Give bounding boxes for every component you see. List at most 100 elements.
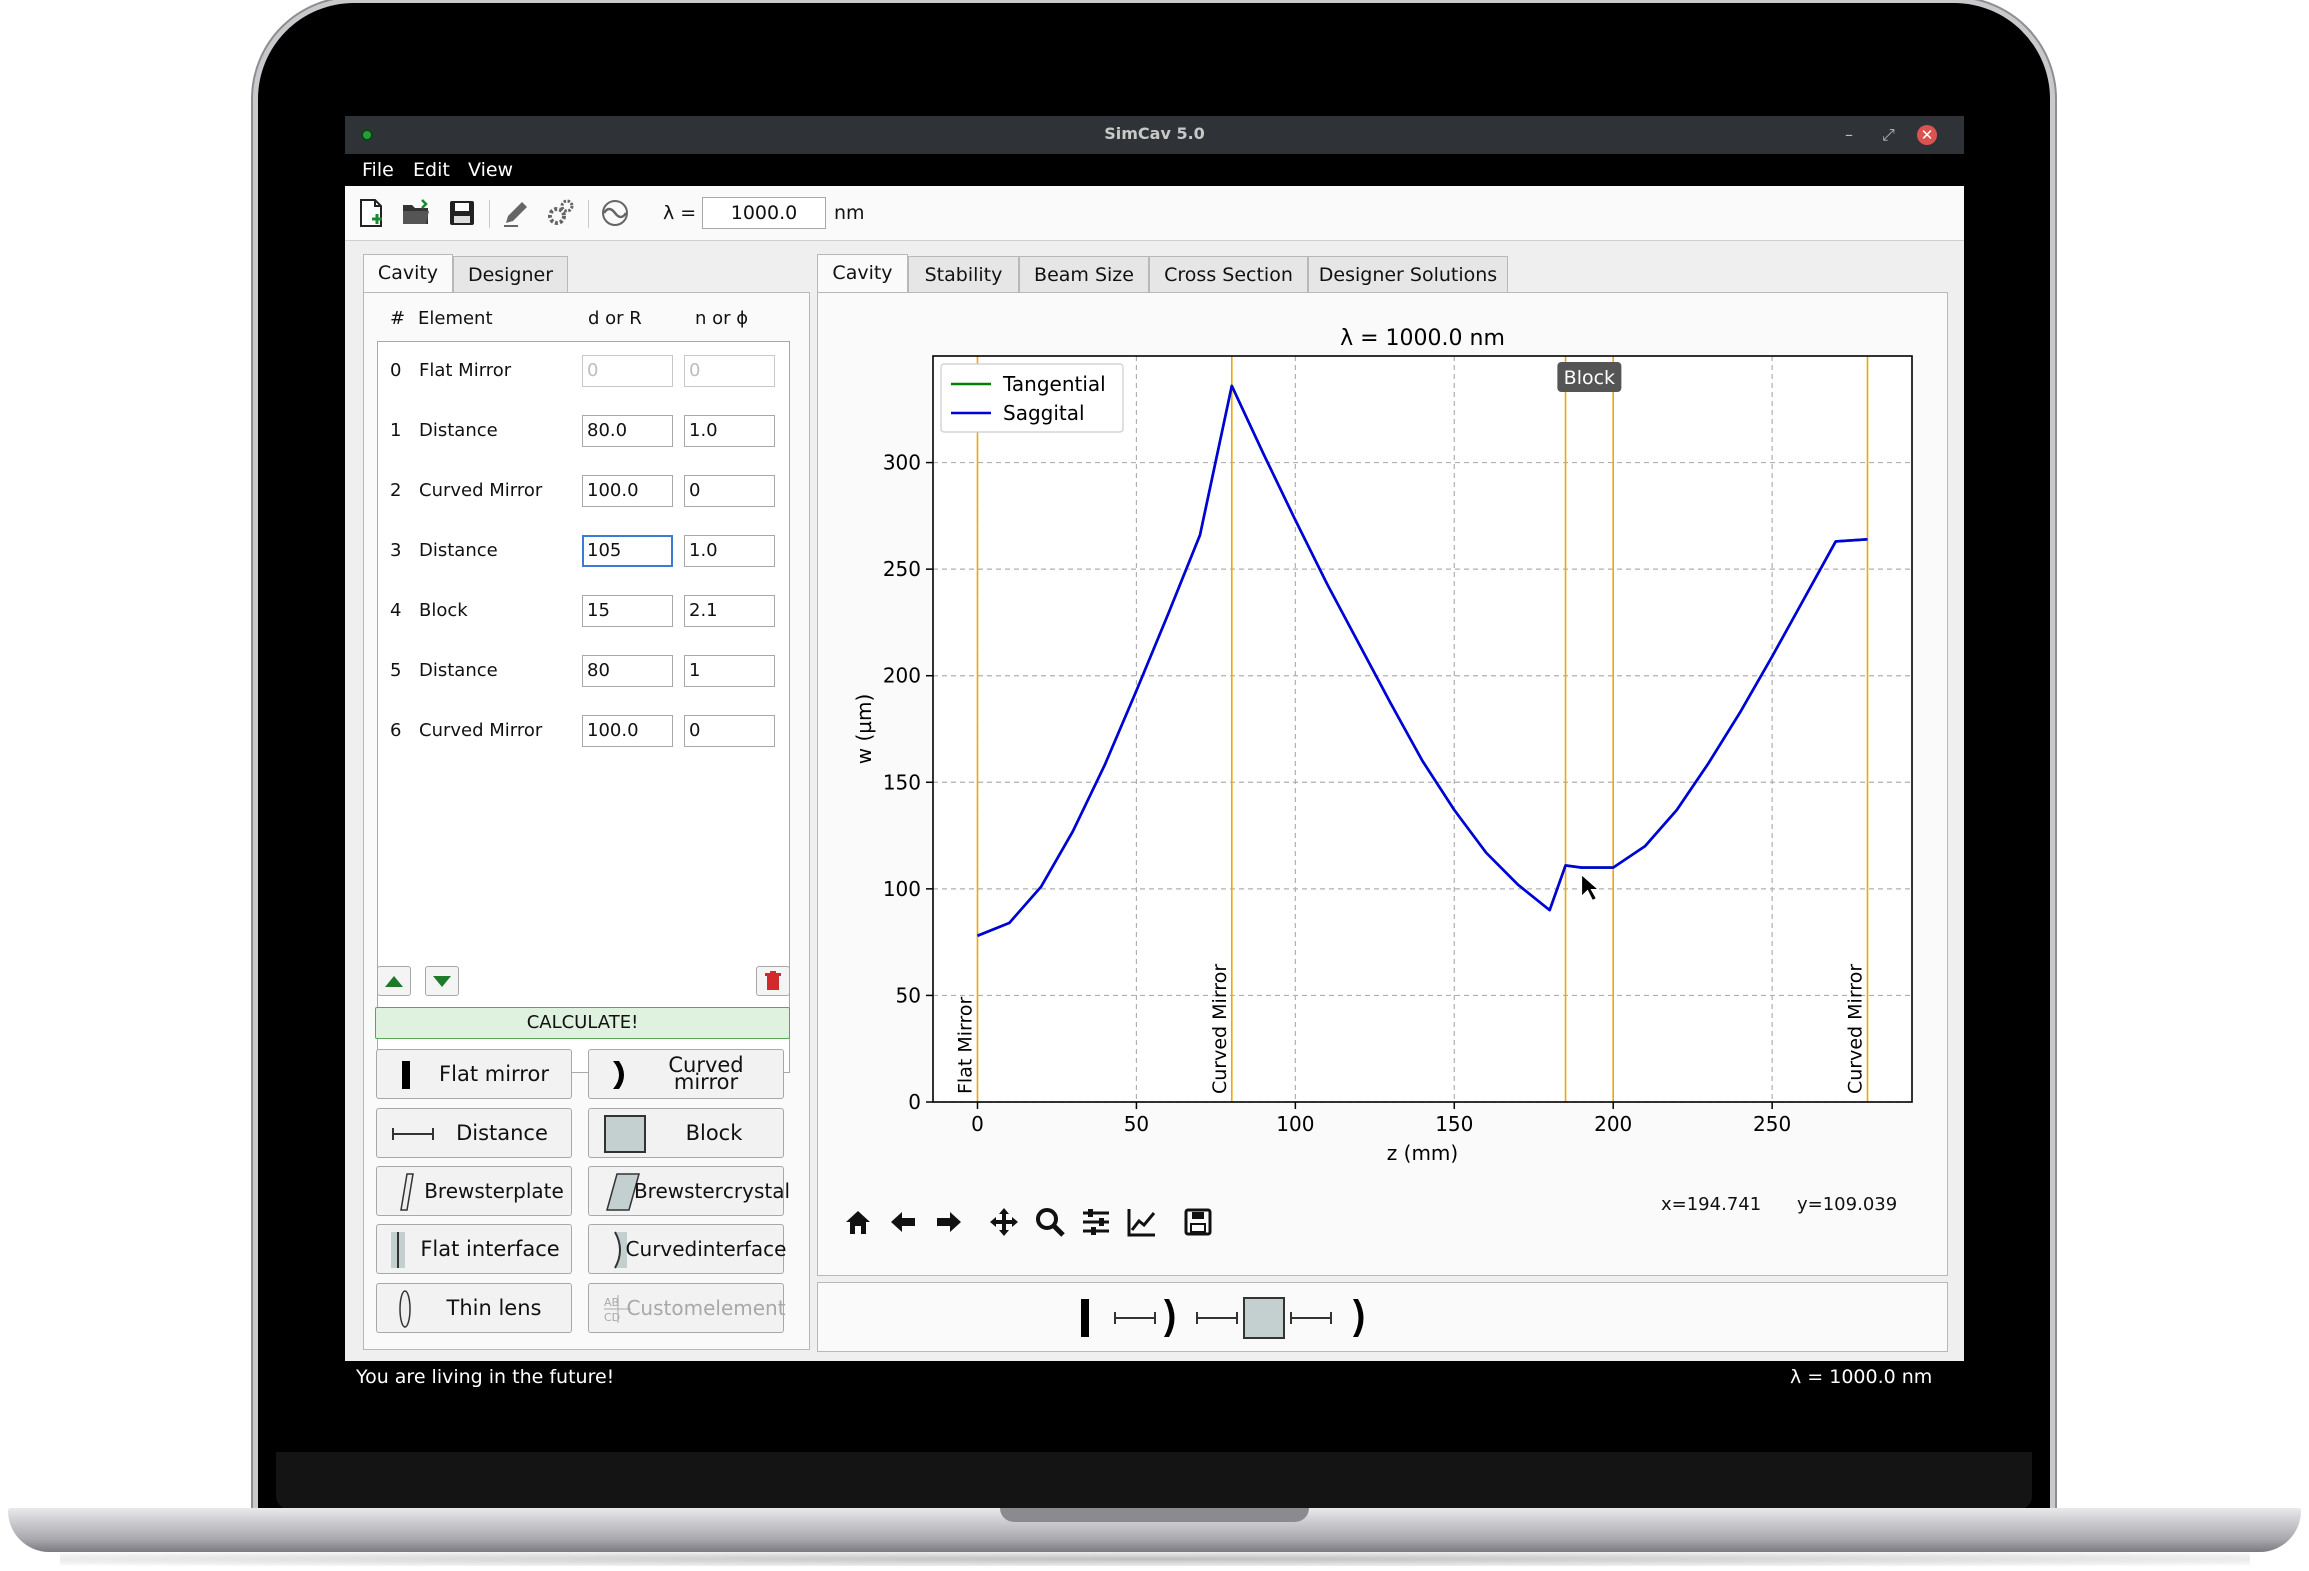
add-flat-mirror-button[interactable]: Flat mirror: [376, 1049, 572, 1099]
x-tick-label: 200: [1594, 1112, 1632, 1136]
header-element: Element: [418, 308, 493, 329]
maximize-icon[interactable]: ⤢: [1882, 126, 1895, 144]
wavelength-icon[interactable]: [599, 197, 631, 229]
lambda-unit: nm: [834, 202, 865, 224]
y-tick-label: 50: [896, 983, 921, 1007]
add-custom-element-button[interactable]: AB CD Custom element: [588, 1283, 786, 1333]
row-index: 5: [390, 660, 402, 681]
open-folder-icon[interactable]: [400, 197, 432, 229]
toolbar-separator: [489, 200, 490, 228]
configure-subplots-icon[interactable]: [1080, 1206, 1112, 1238]
n-or-phi-input[interactable]: 1.0: [684, 415, 775, 447]
add-curved-interface-button[interactable]: Curved interface: [588, 1224, 786, 1274]
beam-size-chart[interactable]: 0 50 100 150 200 250 0 50 100 150 200 250 300 Flat Mi…: [817, 292, 1948, 1192]
y-tick-label: 300: [883, 451, 921, 475]
button-label: Thin lens: [446, 1295, 542, 1320]
menu-view[interactable]: View: [468, 159, 513, 181]
settings-gears-icon[interactable]: [545, 197, 577, 229]
close-icon[interactable]: ✕: [1917, 125, 1937, 145]
save-figure-icon[interactable]: [1182, 1206, 1214, 1238]
row-element: Distance: [419, 540, 498, 561]
n-or-phi-input[interactable]: 1.0: [684, 535, 775, 567]
x-axis-label: z (mm): [1387, 1141, 1458, 1165]
button-label: Block: [685, 1120, 743, 1145]
y-tick-label: 150: [883, 770, 921, 794]
status-wavelength: λ = 1000.0 nm: [1790, 1366, 1933, 1388]
header-n-or-phi: n or ϕ: [695, 308, 749, 329]
button-label: Brewster crystal: [633, 1178, 791, 1203]
move-up-button[interactable]: [377, 966, 411, 996]
button-label: Flat interface: [420, 1236, 560, 1261]
trash-icon: [765, 971, 781, 990]
row-element: Curved Mirror: [419, 720, 543, 741]
status-bar: You are living in the future! λ = 1000.0…: [345, 1361, 1964, 1394]
cavity-schematic-drawing: [1081, 1297, 1364, 1339]
add-brewster-plate-button[interactable]: Brewster plate: [376, 1166, 572, 1216]
save-icon[interactable]: [446, 197, 478, 229]
row-index: 2: [390, 480, 402, 501]
edit-pencil-icon[interactable]: [500, 197, 532, 229]
row-element: Distance: [419, 420, 498, 441]
d-or-r-input[interactable]: 0: [582, 355, 673, 387]
tab-left-cavity[interactable]: Cavity: [363, 254, 453, 293]
button-label: Distance: [456, 1120, 548, 1145]
add-flat-interface-button[interactable]: Flat interface: [376, 1224, 572, 1274]
distance-icon: [392, 1128, 434, 1140]
element-marker-label: Curved Mirror: [1209, 964, 1231, 1094]
d-or-r-input[interactable]: 15: [582, 595, 673, 627]
y-axis-label: w (µm): [852, 694, 876, 765]
tab-designer-solutions[interactable]: Designer Solutions: [1308, 256, 1508, 292]
home-icon[interactable]: [842, 1206, 874, 1238]
x-tick-label: 250: [1753, 1112, 1791, 1136]
forward-arrow-icon[interactable]: [933, 1206, 965, 1238]
d-or-r-input[interactable]: 80: [582, 655, 673, 687]
tab-beam-size[interactable]: Beam Size: [1019, 256, 1149, 292]
n-or-phi-input[interactable]: 2.1: [684, 595, 775, 627]
toolbar: λ = 1000.0 nm: [345, 186, 1964, 241]
x-tick-label: 100: [1276, 1112, 1314, 1136]
n-or-phi-input[interactable]: 0: [684, 715, 775, 747]
d-or-r-input[interactable]: 100.0: [582, 475, 673, 507]
menu-edit[interactable]: Edit: [413, 159, 450, 181]
lambda-label: λ =: [663, 202, 697, 224]
row-element: Flat Mirror: [419, 360, 512, 381]
cursor-x-readout: x=194.741: [1661, 1194, 1762, 1215]
row-index: 3: [390, 540, 402, 561]
calculate-button[interactable]: CALCULATE!: [375, 1007, 790, 1039]
add-curved-mirror-button[interactable]: Curved mirror: [588, 1049, 784, 1099]
n-or-phi-input[interactable]: 1: [684, 655, 775, 687]
wavelength-input[interactable]: 1000.0: [702, 197, 826, 229]
d-or-r-input[interactable]: 100.0: [582, 715, 673, 747]
laptop-notch: [1000, 1508, 1309, 1522]
add-brewster-crystal-button[interactable]: Brewster crystal: [588, 1166, 791, 1216]
zoom-icon[interactable]: [1034, 1206, 1066, 1238]
add-thin-lens-button[interactable]: Thin lens: [376, 1283, 572, 1333]
move-down-button[interactable]: [425, 966, 459, 996]
chart-title: λ = 1000.0 nm: [1340, 326, 1505, 351]
n-or-phi-input[interactable]: 0: [684, 355, 775, 387]
arrow-down-icon: [433, 976, 451, 987]
pan-move-icon[interactable]: [988, 1206, 1020, 1238]
minimize-icon[interactable]: –: [1845, 126, 1853, 144]
add-block-button[interactable]: Block: [588, 1108, 784, 1158]
tab-cavity[interactable]: Cavity: [817, 254, 908, 293]
legend-label: Saggital: [1003, 401, 1085, 425]
svg-text:AB: AB: [604, 1296, 619, 1309]
menu-bar: File Edit View: [345, 154, 1964, 186]
menu-file[interactable]: File: [362, 159, 394, 181]
d-or-r-input[interactable]: 105: [582, 535, 673, 567]
tab-cross-section[interactable]: Cross Section: [1149, 256, 1308, 292]
delete-button[interactable]: [756, 966, 790, 996]
laptop-chin: [276, 1452, 2032, 1510]
d-or-r-input[interactable]: 80.0: [582, 415, 673, 447]
edit-axes-icon[interactable]: [1126, 1206, 1158, 1238]
tab-stability[interactable]: Stability: [908, 256, 1019, 292]
element-marker-label: Curved Mirror: [1845, 964, 1867, 1094]
add-distance-button[interactable]: Distance: [376, 1108, 572, 1158]
curved-mirror-icon: [613, 1061, 624, 1089]
y-tick-label: 100: [883, 877, 921, 901]
n-or-phi-input[interactable]: 0: [684, 475, 775, 507]
tab-left-designer[interactable]: Designer: [453, 256, 568, 292]
new-file-icon[interactable]: [355, 197, 387, 229]
back-arrow-icon[interactable]: [887, 1206, 919, 1238]
